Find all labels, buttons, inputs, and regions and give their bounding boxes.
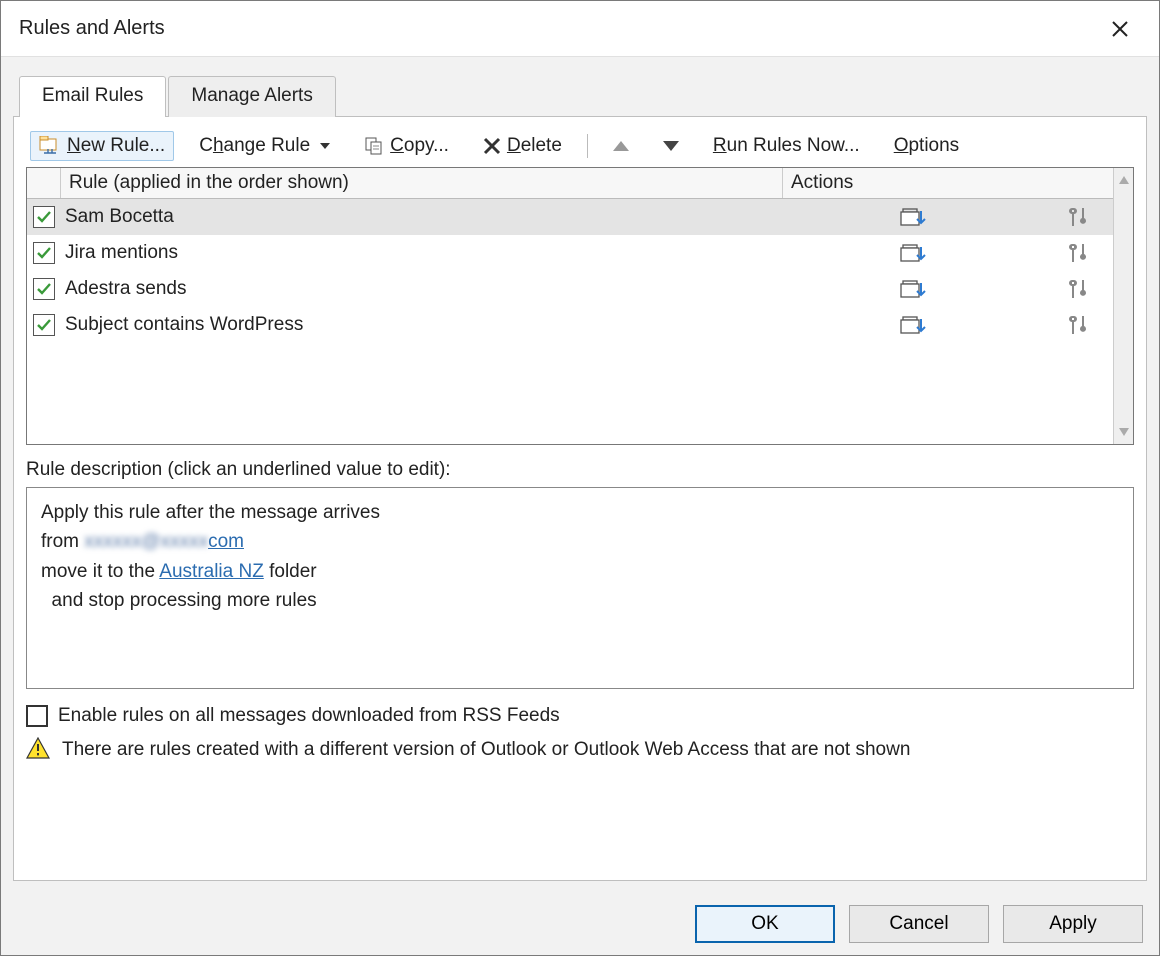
rule-name: Subject contains WordPress xyxy=(61,314,783,336)
move-to-folder-icon xyxy=(900,313,926,337)
change-rule-button[interactable]: Change Rule xyxy=(190,131,339,161)
tab-content-email-rules: New Rule... Change Rule Copy... xyxy=(13,116,1147,881)
rss-checkbox[interactable] xyxy=(26,705,48,727)
description-label: Rule description (click an underlined va… xyxy=(26,459,1134,481)
col-checkbox xyxy=(27,168,61,198)
rules-list: Rule (applied in the order shown) Action… xyxy=(26,167,1134,445)
tab-bar: Email Rules Manage Alerts xyxy=(1,56,1159,116)
apply-button[interactable]: Apply xyxy=(1003,905,1143,943)
arrow-up-icon xyxy=(613,141,629,151)
tab-label: Email Rules xyxy=(42,85,143,106)
rss-label: Enable rules on all messages downloaded … xyxy=(58,705,560,727)
rule-name: Adestra sends xyxy=(61,278,783,300)
tab-email-rules[interactable]: Email Rules xyxy=(19,76,166,117)
warning-row: There are rules created with a different… xyxy=(26,737,1134,764)
rss-row: Enable rules on all messages downloaded … xyxy=(26,705,1134,727)
toolbar-separator xyxy=(587,134,588,158)
desc-line-4: and stop processing more rules xyxy=(41,586,1119,615)
delete-icon xyxy=(483,137,501,155)
copy-button[interactable]: Copy... xyxy=(355,131,458,161)
move-up-button[interactable] xyxy=(604,137,638,155)
new-rule-button[interactable]: New Rule... xyxy=(30,131,174,161)
col-actions: Actions xyxy=(783,168,1113,198)
rule-name: Sam Bocetta xyxy=(61,206,783,228)
warning-text: There are rules created with a different… xyxy=(62,737,910,764)
desc-from-link[interactable]: xxxxxx@xxxxxcom xyxy=(84,531,244,552)
desc-line-3: move it to the Australia NZ folder xyxy=(41,557,1119,586)
description-box: Apply this rule after the message arrive… xyxy=(26,487,1134,689)
close-button[interactable] xyxy=(1099,8,1141,50)
move-down-button[interactable] xyxy=(654,137,688,155)
tools-icon xyxy=(1066,277,1090,301)
tab-manage-alerts[interactable]: Manage Alerts xyxy=(168,76,335,117)
move-to-folder-icon xyxy=(900,205,926,229)
tools-icon xyxy=(1066,313,1090,337)
move-to-folder-icon xyxy=(900,241,926,265)
dialog-button-row: OK Cancel Apply xyxy=(1,893,1159,955)
rules-and-alerts-dialog: Rules and Alerts Email Rules Manage Aler… xyxy=(0,0,1160,956)
window-title: Rules and Alerts xyxy=(19,17,165,40)
rules-toolbar: New Rule... Change Rule Copy... xyxy=(26,129,1134,167)
warning-icon xyxy=(26,737,50,759)
close-icon xyxy=(1111,20,1129,38)
desc-line-1: Apply this rule after the message arrive… xyxy=(41,498,1119,527)
options-button[interactable]: Options xyxy=(885,131,968,161)
scrollbar[interactable] xyxy=(1113,168,1133,444)
scroll-down-icon xyxy=(1114,422,1133,442)
tools-icon xyxy=(1066,205,1090,229)
arrow-down-icon xyxy=(663,141,679,151)
rule-row[interactable]: Adestra sends xyxy=(27,271,1113,307)
title-bar: Rules and Alerts xyxy=(1,1,1159,56)
run-rules-now-button[interactable]: Run Rules Now... xyxy=(704,131,869,161)
copy-icon xyxy=(364,136,384,156)
tools-icon xyxy=(1066,241,1090,265)
ok-button[interactable]: OK xyxy=(695,905,835,943)
rule-name: Jira mentions xyxy=(61,242,783,264)
tab-label: Manage Alerts xyxy=(191,85,312,106)
desc-line-2: from xxxxxx@xxxxxcom xyxy=(41,527,1119,556)
rule-enabled-checkbox[interactable] xyxy=(33,314,55,336)
rule-row[interactable]: Jira mentions xyxy=(27,235,1113,271)
cancel-button[interactable]: Cancel xyxy=(849,905,989,943)
dropdown-caret-icon xyxy=(320,143,330,149)
rule-row[interactable]: Subject contains WordPress xyxy=(27,307,1113,343)
new-rule-icon xyxy=(39,136,61,156)
scroll-up-icon xyxy=(1114,170,1133,190)
desc-folder-link[interactable]: Australia NZ xyxy=(159,561,264,582)
rules-list-body: Sam Bocetta Jira mentions Adestra sends Sub… xyxy=(27,199,1113,444)
rule-enabled-checkbox[interactable] xyxy=(33,242,55,264)
move-to-folder-icon xyxy=(900,277,926,301)
rule-row[interactable]: Sam Bocetta xyxy=(27,199,1113,235)
col-rule: Rule (applied in the order shown) xyxy=(61,168,783,198)
rules-list-header: Rule (applied in the order shown) Action… xyxy=(27,168,1113,199)
rule-enabled-checkbox[interactable] xyxy=(33,278,55,300)
delete-button[interactable]: Delete xyxy=(474,131,571,161)
rule-enabled-checkbox[interactable] xyxy=(33,206,55,228)
